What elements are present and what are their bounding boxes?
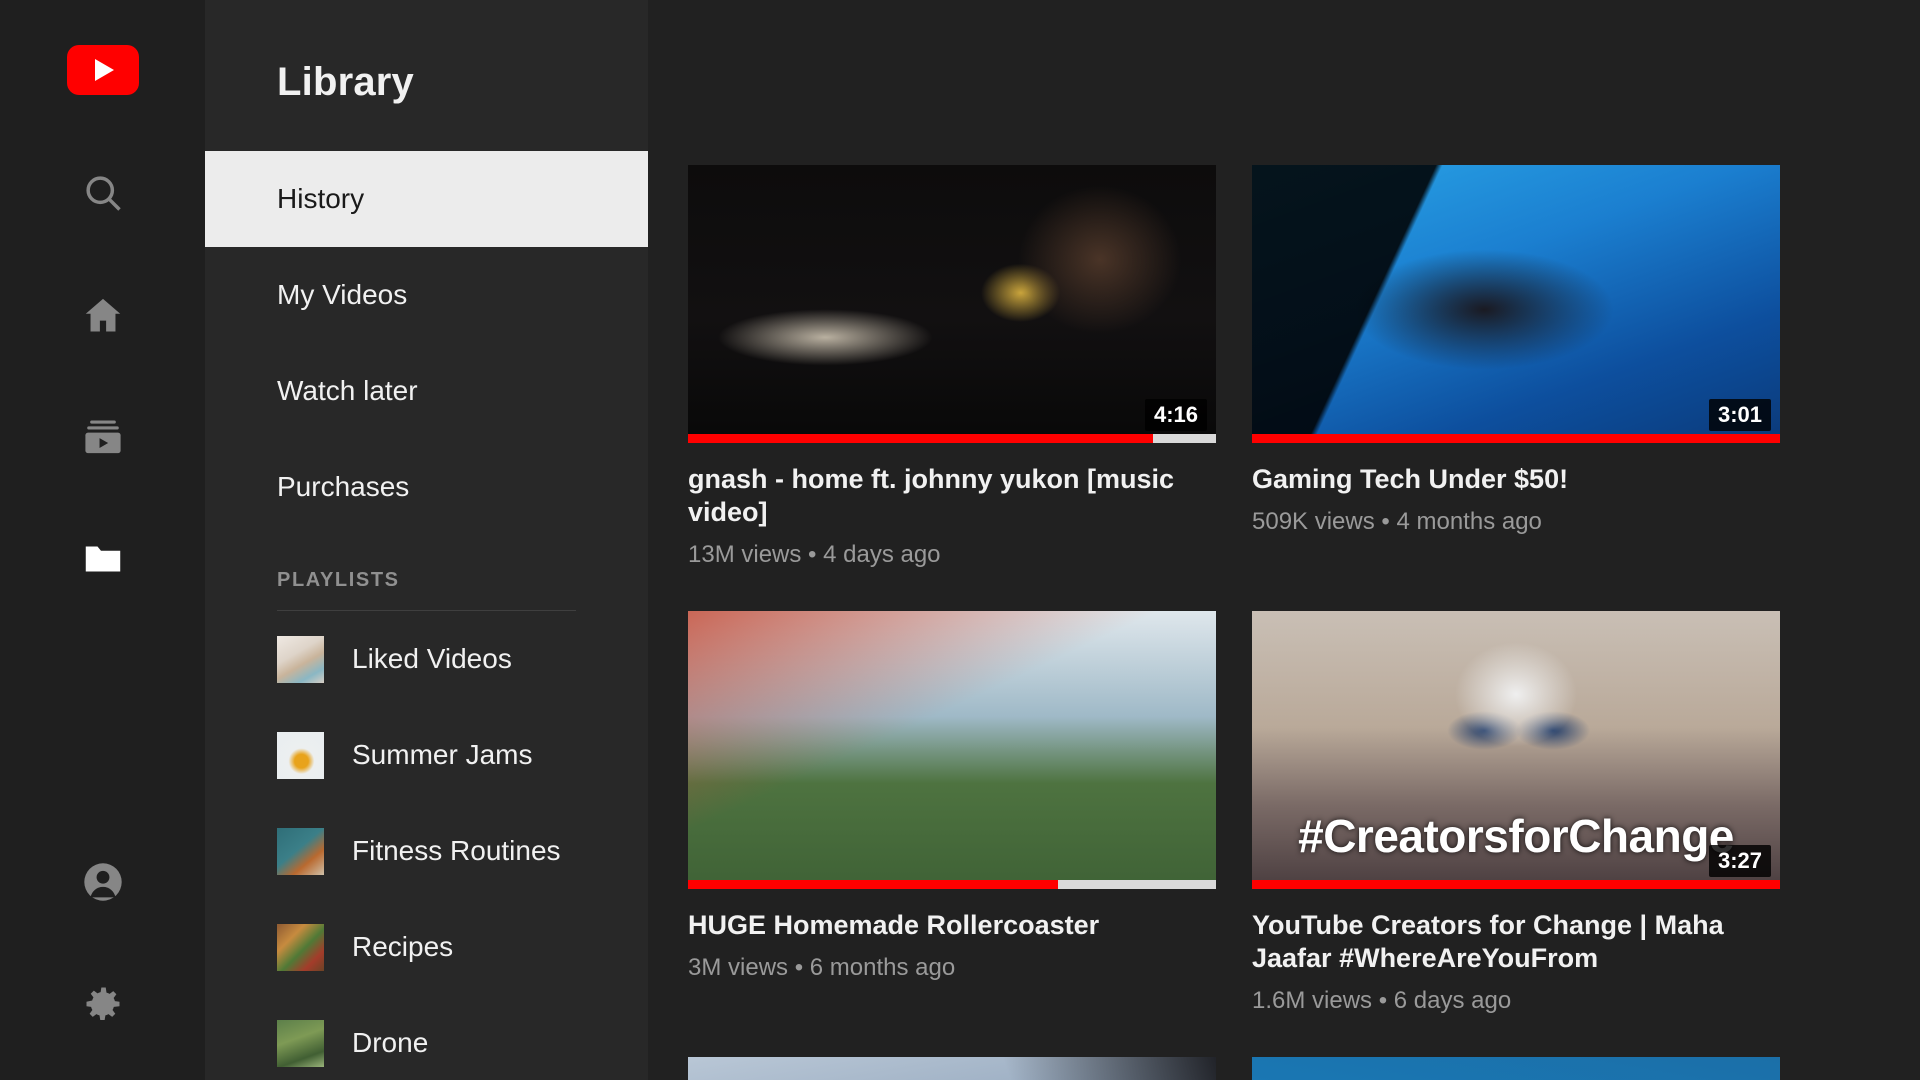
video-thumbnail[interactable]: 3:01 xyxy=(1252,165,1780,443)
youtube-tv-app: Library History My Videos Watch later Pu… xyxy=(0,0,1920,1080)
thumbnail-image-rocket-blue-sky xyxy=(1252,1057,1780,1080)
video-title[interactable]: gnash - home ft. johnny yukon [music vid… xyxy=(688,463,1216,529)
video-metadata: 3M views • 6 months ago xyxy=(688,954,1216,982)
video-card[interactable]: #CreatorsforChange 3:27 YouTube Creators… xyxy=(1252,611,1780,1015)
watch-progress-bar xyxy=(688,880,1216,889)
video-thumbnail[interactable] xyxy=(688,611,1216,889)
guide-item-purchases[interactable]: Purchases xyxy=(205,439,648,535)
playlist-label: Summer Jams xyxy=(352,739,532,771)
playlist-thumbnail-aerial-green xyxy=(277,1020,324,1067)
guide-item-label: Purchases xyxy=(277,471,409,503)
video-duration-badge: 4:16 xyxy=(1145,399,1207,431)
guide-item-label: My Videos xyxy=(277,279,407,311)
video-title[interactable]: YouTube Creators for Change | Maha Jaafa… xyxy=(1252,909,1780,975)
icon-rail xyxy=(0,0,205,1080)
playlist-list: Liked Videos Summer Jams Fitness Routine… xyxy=(205,611,648,1080)
video-card[interactable]: 4:16 gnash - home ft. johnny yukon [musi… xyxy=(688,165,1216,569)
video-grid: 4:16 gnash - home ft. johnny yukon [musi… xyxy=(688,165,1920,1080)
search-icon[interactable] xyxy=(67,157,139,229)
subscriptions-icon[interactable] xyxy=(67,401,139,473)
home-icon[interactable] xyxy=(67,279,139,351)
thumbnail-image-night-street-musician xyxy=(688,165,1216,443)
guide-item-my-videos[interactable]: My Videos xyxy=(205,247,648,343)
page-title: Library xyxy=(205,0,648,105)
video-metadata: 1.6M views • 6 days ago xyxy=(1252,987,1780,1015)
guide-item-label: History xyxy=(277,183,364,215)
playlist-label: Fitness Routines xyxy=(352,835,561,867)
thumbnail-image-cat-in-bag-car xyxy=(688,1057,1216,1080)
video-card[interactable]: 4:28 DRIVE THRU PRANKS!! 11M views • 3 d… xyxy=(688,1057,1216,1080)
watch-progress-bar xyxy=(1252,880,1780,889)
video-duration-badge: 3:27 xyxy=(1709,845,1771,877)
playlist-item-recipes[interactable]: Recipes xyxy=(205,899,648,995)
guide-item-label: Watch later xyxy=(277,375,418,407)
playlist-item-summer-jams[interactable]: Summer Jams xyxy=(205,707,648,803)
playlist-item-fitness-routines[interactable]: Fitness Routines xyxy=(205,803,648,899)
settings-gear-icon[interactable] xyxy=(67,968,139,1040)
video-card[interactable]: HUGE Homemade Rollercoaster 3M views • 6… xyxy=(688,611,1216,1015)
playlist-thumbnail-teal-chair xyxy=(277,828,324,875)
thumbnail-image-blue-keyboard xyxy=(1252,165,1780,443)
playlist-label: Liked Videos xyxy=(352,643,512,675)
rail-bottom-group xyxy=(67,846,139,1040)
playlist-thumbnail-pineapple xyxy=(277,732,324,779)
video-metadata: 509K views • 4 months ago xyxy=(1252,508,1780,536)
video-thumbnail[interactable]: 4:16 xyxy=(688,165,1216,443)
video-title[interactable]: Gaming Tech Under $50! xyxy=(1252,463,1780,496)
video-metadata: 13M views • 4 days ago xyxy=(688,541,1216,569)
playlist-thumbnail-food-table xyxy=(277,924,324,971)
playlist-item-liked-videos[interactable]: Liked Videos xyxy=(205,611,648,707)
video-thumbnail[interactable]: 4:28 xyxy=(688,1057,1216,1080)
playlist-item-drone[interactable]: Drone xyxy=(205,995,648,1080)
video-card[interactable]: Firework Rocket Launch 5M views • 11 mon… xyxy=(1252,1057,1780,1080)
video-card[interactable]: 3:01 Gaming Tech Under $50! 509K views •… xyxy=(1252,165,1780,569)
watch-progress-bar xyxy=(1252,434,1780,443)
video-grid-region: 4:16 gnash - home ft. johnny yukon [musi… xyxy=(648,0,1920,1080)
youtube-logo[interactable] xyxy=(67,45,139,95)
video-duration-badge: 3:01 xyxy=(1709,399,1771,431)
watch-progress-bar xyxy=(688,434,1216,443)
playlist-thumbnail-cooking-flatlay xyxy=(277,636,324,683)
thumbnail-image-backyard-coaster xyxy=(688,611,1216,889)
video-thumbnail[interactable]: #CreatorsforChange 3:27 xyxy=(1252,611,1780,889)
playlists-section-header: PLAYLISTS xyxy=(205,535,648,592)
guide-nav-list: History My Videos Watch later Purchases xyxy=(205,151,648,535)
account-icon[interactable] xyxy=(67,846,139,918)
guide-item-history[interactable]: History xyxy=(205,151,648,247)
playlist-label: Drone xyxy=(352,1027,428,1059)
thumbnail-overlay-text: #CreatorsforChange xyxy=(1252,809,1780,863)
library-guide-panel: Library History My Videos Watch later Pu… xyxy=(205,0,648,1080)
guide-item-watch-later[interactable]: Watch later xyxy=(205,343,648,439)
library-folder-icon[interactable] xyxy=(67,523,139,595)
video-thumbnail[interactable] xyxy=(1252,1057,1780,1080)
video-title[interactable]: HUGE Homemade Rollercoaster xyxy=(688,909,1216,942)
playlist-label: Recipes xyxy=(352,931,453,963)
